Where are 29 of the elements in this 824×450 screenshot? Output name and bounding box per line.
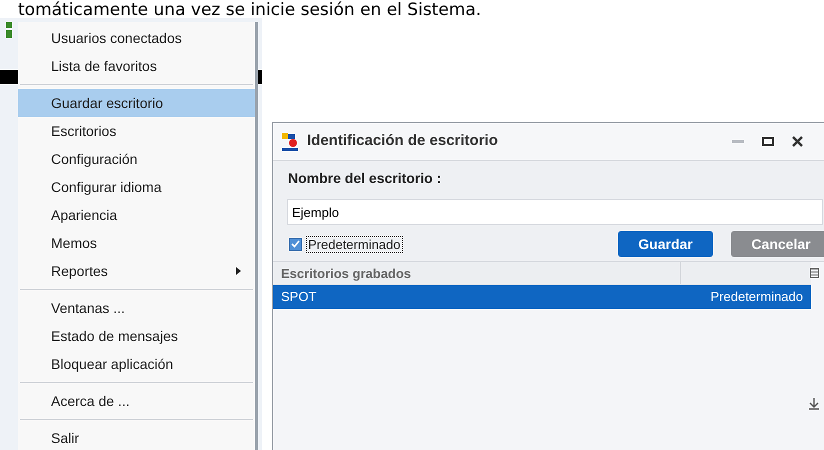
maximize-icon[interactable]	[762, 137, 774, 146]
table-cell-text: SPOT	[281, 288, 318, 306]
menu-item[interactable]: Salir	[18, 424, 255, 450]
table-cell-text: Predeterminado	[710, 288, 803, 306]
menu-item[interactable]: Configurar idioma	[18, 173, 255, 201]
menu-item[interactable]: Escritorios	[18, 117, 255, 145]
checkbox[interactable]	[289, 238, 302, 250]
menu-item[interactable]: Memos	[18, 229, 255, 257]
checkbox-label[interactable]: Predeterminado	[306, 236, 402, 252]
menu-item[interactable]: Usuarios conectados	[18, 24, 255, 52]
caption-text: tomáticamente una vez se inicie sesión en el Sistema.	[18, 0, 482, 20]
menu-item[interactable]: Guardar escritorio	[18, 89, 255, 117]
column-menu-icon[interactable]	[810, 268, 819, 278]
menu-item[interactable]: Bloquear aplicación	[18, 350, 255, 378]
menu-item[interactable]: Estado de mensajes	[18, 322, 255, 350]
menu-item[interactable]: Lista de favoritos	[18, 52, 255, 80]
menu-item[interactable]: Apariencia	[18, 201, 255, 229]
name-field[interactable]: Ejemplo	[287, 199, 823, 225]
scroll-down-icon[interactable]	[809, 398, 819, 410]
field-label: Nombre del escritorio :	[288, 170, 442, 186]
table-row[interactable]: SPOT Predeterminado	[273, 285, 811, 309]
app-logo-icon	[281, 132, 301, 152]
window-title: Identificación de escritorio	[307, 131, 499, 152]
save-button[interactable]: Guardar	[618, 231, 713, 257]
menu-item[interactable]: Configuración	[18, 145, 255, 173]
menu-item[interactable]: Acerca de ...	[18, 387, 255, 415]
close-icon[interactable]	[792, 136, 803, 147]
menu-item[interactable]: Reportes	[18, 257, 255, 285]
menu-item[interactable]: Ventanas ...	[18, 294, 255, 322]
